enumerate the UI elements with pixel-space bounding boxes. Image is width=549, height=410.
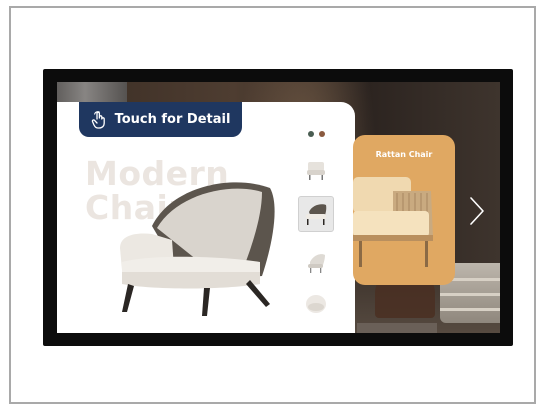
color-dot-green[interactable]	[308, 131, 314, 137]
thumbnail-4[interactable]	[298, 286, 334, 322]
thumbnail-3[interactable]	[298, 244, 334, 280]
thumbnail-2-selected[interactable]	[298, 196, 334, 232]
color-options	[308, 131, 325, 137]
hand-pointer-icon	[91, 110, 105, 129]
rattan-chair-card[interactable]: Rattan Chair	[353, 135, 455, 285]
chair-thumbnail-icon	[308, 254, 325, 273]
chair-thumbnail-icon	[306, 295, 326, 313]
rattan-chair-title: Rattan Chair	[375, 150, 433, 159]
touch-for-detail-label: Touch for Detail	[114, 112, 231, 127]
chair-thumbnail-icon	[306, 204, 327, 225]
chair-thumbnail-icon	[307, 162, 325, 180]
thumbnail-1[interactable]	[298, 152, 334, 188]
modern-chair-image	[120, 182, 275, 316]
rattan-chair-image	[353, 177, 433, 267]
touch-for-detail-button[interactable]: Touch for Detail	[79, 102, 242, 137]
color-dot-brown[interactable]	[319, 131, 325, 137]
chevron-right-icon[interactable]	[467, 196, 487, 226]
background-rug	[357, 323, 437, 333]
